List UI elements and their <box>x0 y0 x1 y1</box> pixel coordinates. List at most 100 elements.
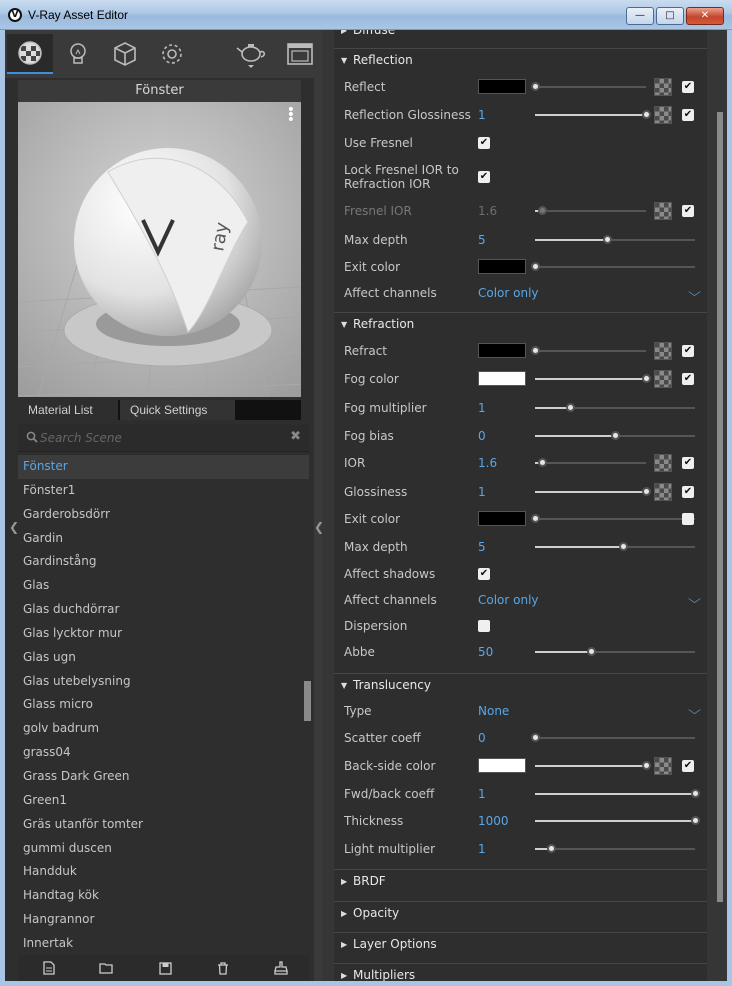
property-value[interactable]: 1.6 <box>478 204 497 218</box>
material-list-item[interactable]: Gräs utanför tomter <box>18 813 309 837</box>
save-icon[interactable] <box>156 960 174 976</box>
material-list-item[interactable]: Fönster <box>18 455 309 479</box>
slider-handle[interactable] <box>587 647 596 656</box>
minimize-button[interactable]: — <box>626 7 654 25</box>
materials-tab-icon[interactable] <box>7 34 53 74</box>
collapse-left-arrow-icon[interactable]: ❮ <box>9 520 19 534</box>
material-list-item[interactable]: Gardin <box>18 527 309 551</box>
color-swatch[interactable] <box>478 259 526 274</box>
property-value[interactable]: 0 <box>478 429 486 443</box>
property-checkbox[interactable]: ✔ <box>478 171 490 183</box>
material-list-item[interactable]: Handduk <box>18 860 309 884</box>
geometry-tab-icon[interactable] <box>102 34 148 74</box>
property-value[interactable]: 5 <box>478 233 486 247</box>
open-file-icon[interactable] <box>98 960 116 976</box>
material-list-item[interactable]: Grass Dark Green <box>18 765 309 789</box>
property-checkbox[interactable]: ✔ <box>478 568 490 580</box>
slider-handle[interactable] <box>531 514 540 523</box>
delete-icon[interactable] <box>214 960 232 976</box>
section-opacity[interactable]: ▶ Opacity <box>334 901 707 925</box>
section-diffuse[interactable]: ▶ Diffuse <box>334 30 707 42</box>
texture-slot-icon[interactable] <box>654 454 672 472</box>
slider-handle[interactable] <box>611 431 620 440</box>
material-list-item[interactable]: Hangrannor <box>18 908 309 932</box>
property-value[interactable]: 1 <box>478 787 486 801</box>
section-refraction[interactable]: ▼ Refraction <box>334 312 707 336</box>
color-swatch[interactable] <box>478 343 526 358</box>
property-value[interactable]: 5 <box>478 540 486 554</box>
material-list-scrollbar[interactable] <box>304 681 311 721</box>
slider-handle[interactable] <box>619 542 628 551</box>
lights-tab-icon[interactable] <box>55 34 101 74</box>
texture-slot-icon[interactable] <box>654 106 672 124</box>
slider-handle[interactable] <box>642 487 651 496</box>
color-swatch[interactable] <box>478 758 526 773</box>
slider-handle[interactable] <box>531 82 540 91</box>
material-list-item[interactable]: Glas duchdörrar <box>18 598 309 622</box>
property-value[interactable]: 1 <box>478 401 486 415</box>
property-value[interactable]: 1 <box>478 485 486 499</box>
chevron-down-icon[interactable]: ⌵ <box>688 703 701 718</box>
texture-enable-checkbox[interactable] <box>682 513 694 525</box>
texture-enable-checkbox[interactable]: ✔ <box>682 81 694 93</box>
texture-slot-icon[interactable] <box>654 202 672 220</box>
tab-material-list[interactable]: Material List <box>18 400 118 420</box>
properties-scrollbar[interactable] <box>717 112 723 902</box>
property-value[interactable]: 1000 <box>478 814 509 828</box>
property-value[interactable]: 0 <box>478 731 486 745</box>
slider-handle[interactable] <box>531 262 540 271</box>
new-material-icon[interactable] <box>40 960 58 976</box>
teapot-render-icon[interactable] <box>229 34 275 74</box>
material-list-item[interactable]: Innertak <box>18 932 309 955</box>
texture-slot-icon[interactable] <box>654 757 672 775</box>
slider-handle[interactable] <box>537 458 547 467</box>
material-list-item[interactable]: Glas <box>18 574 309 598</box>
material-list-item[interactable]: Handtag kök <box>18 884 309 908</box>
slider-handle[interactable] <box>566 403 576 412</box>
material-list-item[interactable]: Fönster1 <box>18 479 309 503</box>
material-list-item[interactable]: Gardinstång <box>18 550 309 574</box>
property-value[interactable]: Color only <box>478 286 539 300</box>
slider-handle[interactable] <box>691 789 700 798</box>
material-list-item[interactable]: Glass micro <box>18 693 309 717</box>
purge-unused-icon[interactable] <box>272 960 290 976</box>
property-value[interactable]: 1 <box>478 108 486 122</box>
property-checkbox[interactable] <box>478 620 490 632</box>
section-layer_options[interactable]: ▶ Layer Options <box>334 932 707 956</box>
section-multipliers[interactable]: ▶ Multipliers <box>334 963 707 981</box>
property-value[interactable]: Color only <box>478 593 539 607</box>
property-value[interactable]: None <box>478 704 509 718</box>
property-value[interactable]: 1 <box>478 842 486 856</box>
section-translucency[interactable]: ▼ Translucency <box>334 673 707 697</box>
property-checkbox[interactable]: ✔ <box>478 137 490 149</box>
texture-enable-checkbox[interactable]: ✔ <box>682 345 694 357</box>
section-reflection[interactable]: ▼ Reflection <box>334 48 707 72</box>
color-swatch[interactable] <box>478 511 526 526</box>
color-swatch[interactable] <box>478 79 526 94</box>
color-swatch[interactable] <box>478 371 526 386</box>
slider-handle[interactable] <box>642 374 651 383</box>
material-list-item[interactable]: golv badrum <box>18 717 309 741</box>
material-list-item[interactable]: Glas ugn <box>18 646 309 670</box>
property-value[interactable]: 1.6 <box>478 456 497 470</box>
texture-enable-checkbox[interactable]: ✔ <box>682 373 694 385</box>
texture-enable-checkbox[interactable]: ✔ <box>682 109 694 121</box>
slider-handle[interactable] <box>537 206 547 215</box>
tab-quick-settings[interactable]: Quick Settings <box>120 400 235 420</box>
panel-splitter[interactable]: ❮ <box>314 30 324 981</box>
search-input[interactable] <box>40 429 280 447</box>
material-list-item[interactable]: Garderobsdörr <box>18 503 309 527</box>
texture-slot-icon[interactable] <box>654 78 672 96</box>
material-list-item[interactable]: Green1 <box>18 789 309 813</box>
slider-handle[interactable] <box>603 235 612 244</box>
material-list-item[interactable]: Glas utebelysning <box>18 670 309 694</box>
slider-handle[interactable] <box>531 346 540 355</box>
texture-enable-checkbox[interactable]: ✔ <box>682 486 694 498</box>
texture-enable-checkbox[interactable]: ✔ <box>682 760 694 772</box>
material-list-item[interactable]: gummi duscen <box>18 837 309 861</box>
slider-handle[interactable] <box>642 761 651 770</box>
section-brdf[interactable]: ▶ BRDF <box>334 869 707 893</box>
texture-slot-icon[interactable] <box>654 370 672 388</box>
slider-handle[interactable] <box>642 110 651 119</box>
clear-search-icon[interactable]: ✖ <box>290 429 301 444</box>
